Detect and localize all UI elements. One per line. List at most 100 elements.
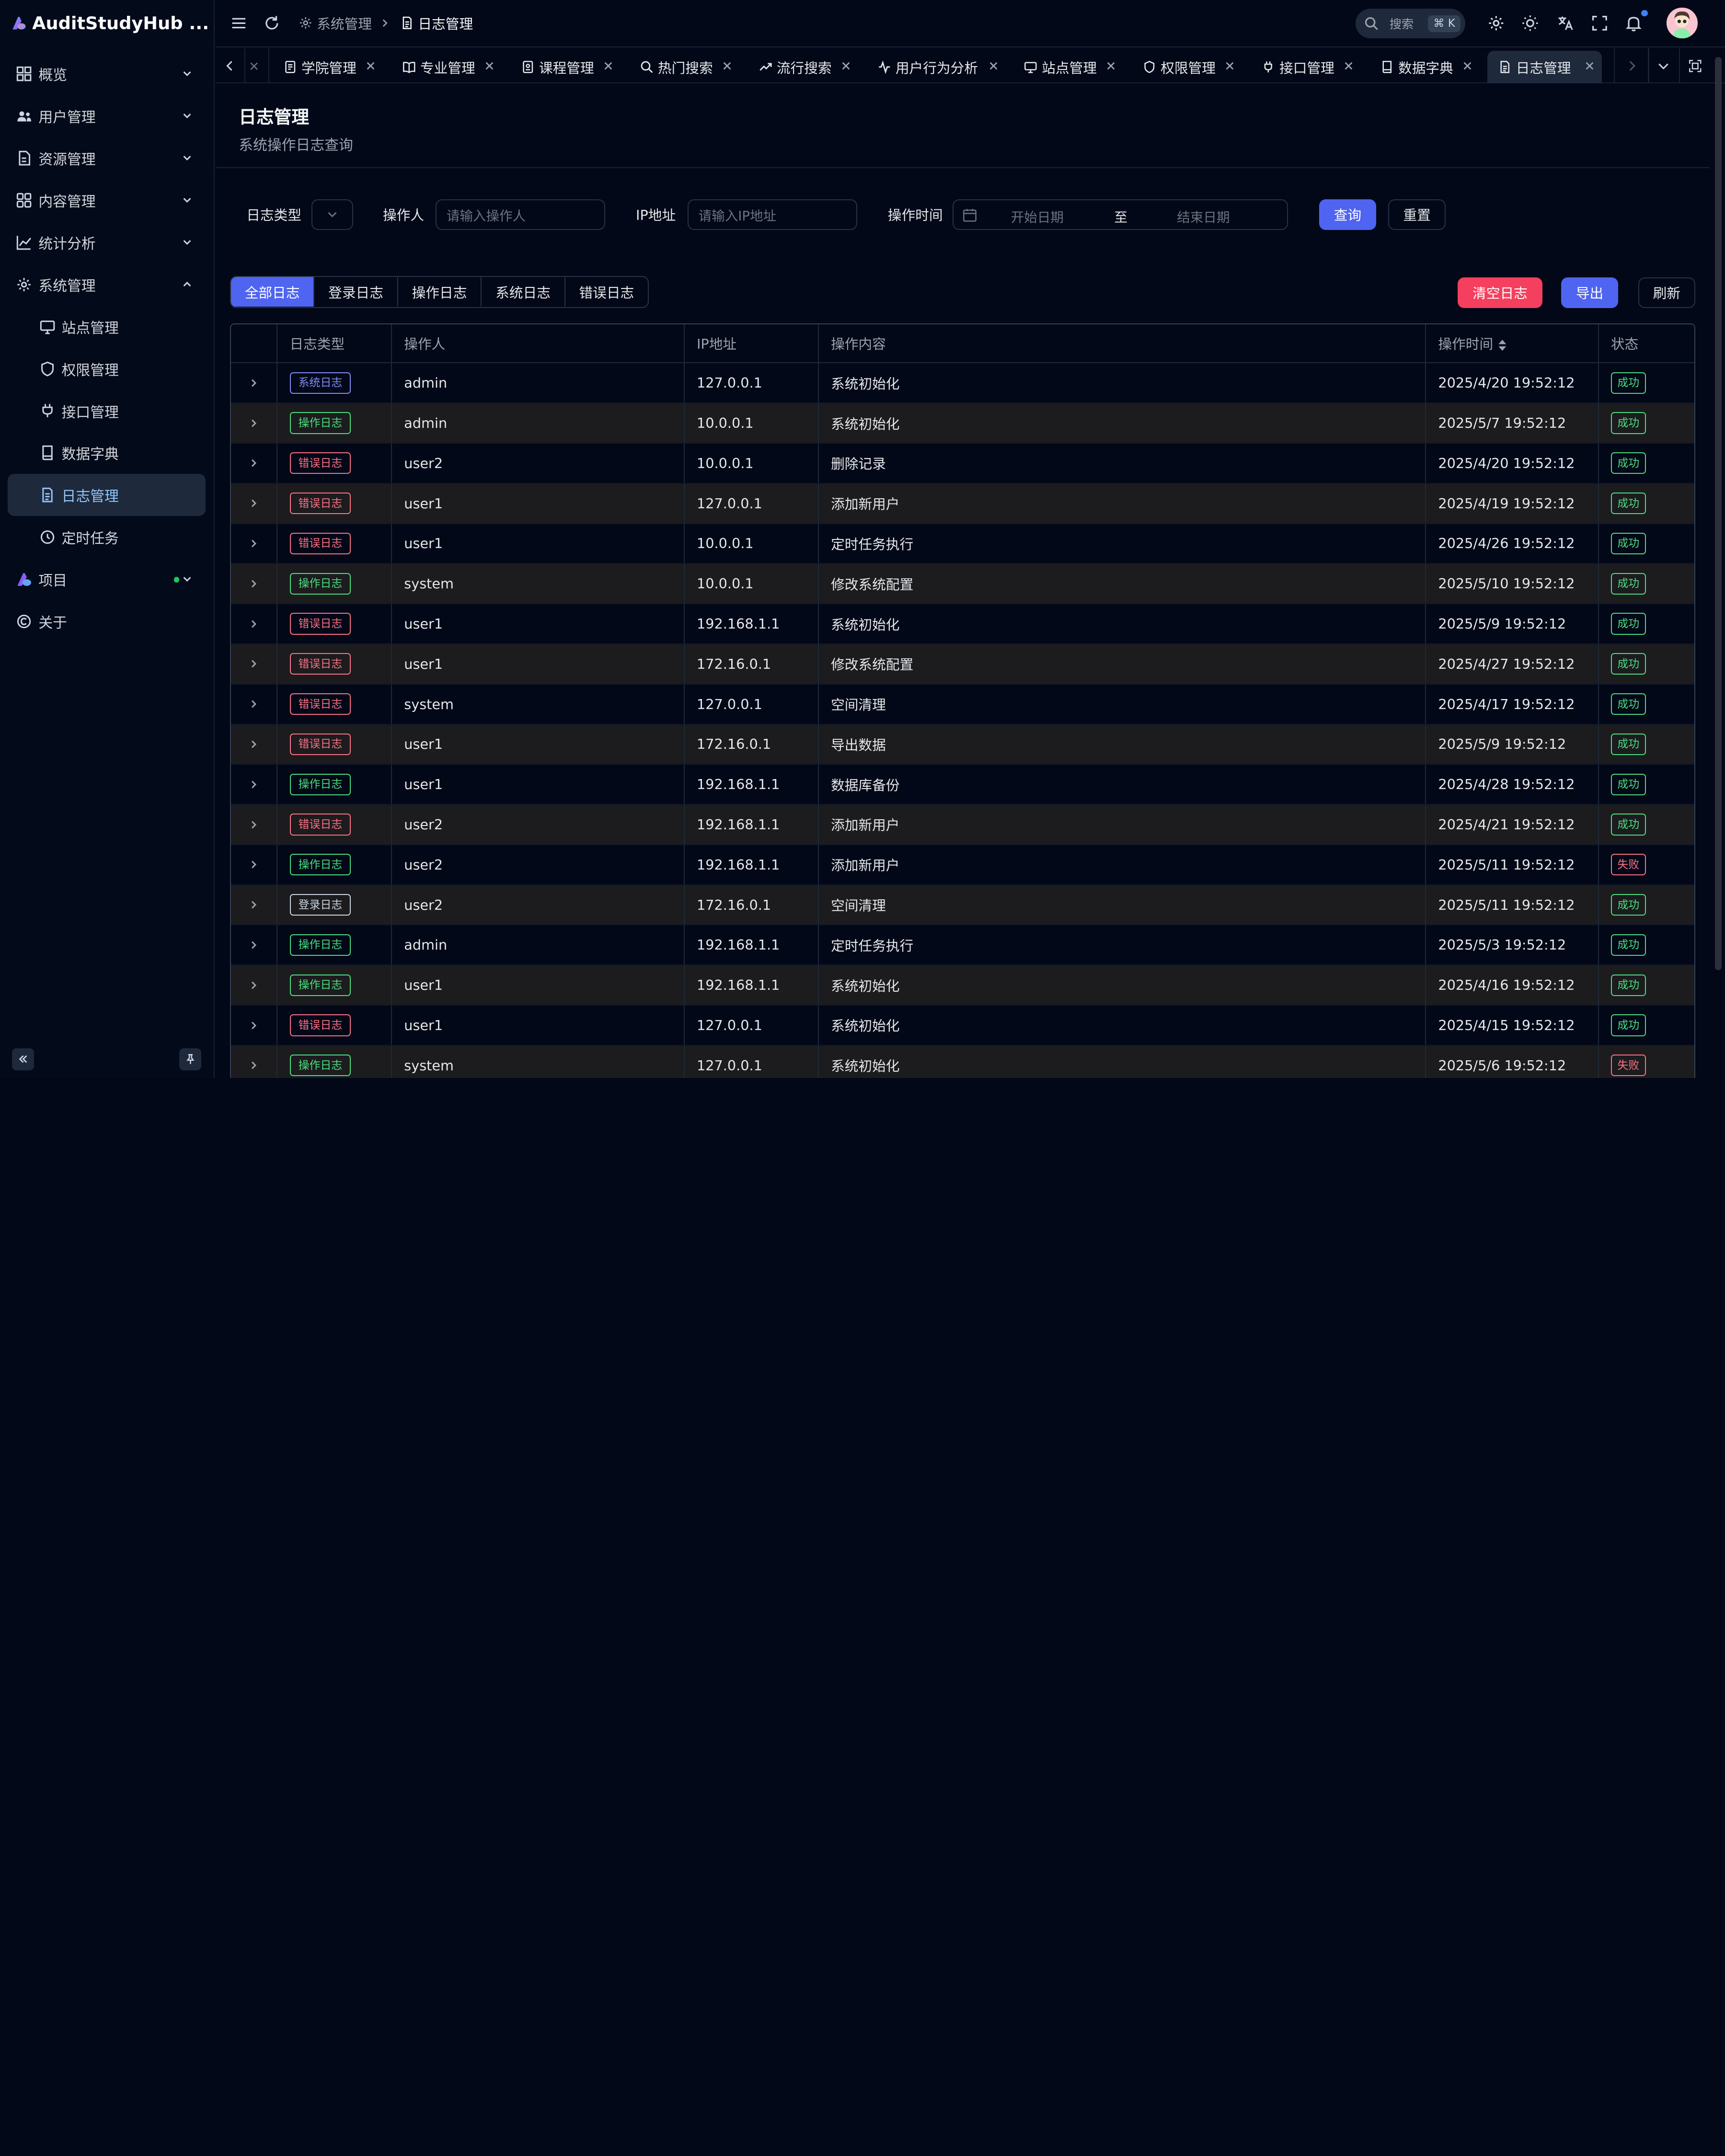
tab-system-logs[interactable]: 系统日志	[482, 277, 565, 307]
expand-row-button[interactable]	[230, 523, 278, 564]
sidebar-item-content[interactable]: 内容管理	[8, 179, 206, 221]
close-icon[interactable]	[1105, 60, 1116, 71]
end-date-placeholder[interactable]: 结束日期	[1177, 206, 1230, 226]
table-row[interactable]: 操作日志 user1 192.168.1.1 数据库备份 2025/4/28 19:52…	[230, 764, 1694, 805]
operator-input[interactable]: 请输入操作人	[436, 199, 605, 230]
sidebar-item-project[interactable]: 项目	[8, 558, 206, 600]
sidebar-item-schedule[interactable]: 定时任务	[8, 516, 206, 558]
table-row[interactable]: 错误日志 user1 127.0.0.1 添加新用户 2025/4/19 19:52:1…	[230, 483, 1694, 524]
close-icon[interactable]	[603, 60, 614, 71]
table-row[interactable]: 操作日志 system 127.0.0.1 系统初始化 2025/5/6 19:52:1…	[230, 1045, 1694, 1078]
sun-icon[interactable]	[1521, 14, 1539, 32]
expand-row-button[interactable]	[230, 684, 278, 725]
tab-scroll-left-icon[interactable]	[226, 60, 234, 71]
table-row[interactable]: 错误日志 user1 172.16.0.1 导出数据 2025/5/9 19:52:12…	[230, 724, 1694, 765]
collapse-sidebar-button[interactable]	[12, 1048, 34, 1070]
expand-row-button[interactable]	[230, 724, 278, 765]
tab-all-logs[interactable]: 全部日志	[230, 277, 315, 307]
table-row[interactable]: 操作日志 admin 192.168.1.1 定时任务执行 2025/5/3 19:52…	[230, 925, 1694, 966]
expand-row-button[interactable]	[230, 643, 278, 685]
expand-row-button[interactable]	[230, 363, 278, 404]
sidebar-item-users[interactable]: 用户管理	[8, 95, 206, 137]
expand-row-button[interactable]	[230, 1045, 278, 1078]
sidebar-item-stats[interactable]: 统计分析	[8, 221, 206, 264]
sidebar-item-overview[interactable]: 概览	[8, 53, 206, 95]
avatar[interactable]	[1667, 8, 1698, 39]
tab-login-logs[interactable]: 登录日志	[314, 277, 398, 307]
scrollbar-thumb[interactable]	[1715, 57, 1722, 970]
ip-input[interactable]: 请输入IP地址	[687, 199, 857, 230]
bell-icon[interactable]	[1625, 14, 1643, 32]
table-row[interactable]: 错误日志 system 127.0.0.1 空间清理 2025/4/17 19:52:1…	[230, 684, 1694, 725]
close-icon[interactable]	[250, 62, 258, 70]
sidebar-item-dictionary[interactable]: 数据字典	[8, 432, 206, 474]
tab-hot-search[interactable]: 热门搜索	[629, 51, 739, 84]
fullscreen-icon[interactable]	[1591, 14, 1609, 32]
table-row[interactable]: 操作日志 admin 10.0.0.1 系统初始化 2025/5/7 19:52:12 成…	[230, 403, 1694, 444]
screenshot-icon[interactable]	[1689, 59, 1702, 73]
tab-api[interactable]: 接口管理	[1251, 51, 1361, 84]
settings-icon[interactable]	[1487, 14, 1505, 32]
table-row[interactable]: 错误日志 user1 127.0.0.1 系统初始化 2025/4/15 19:52:1…	[230, 1005, 1694, 1046]
clear-logs-button[interactable]: 清空日志	[1458, 277, 1542, 308]
expand-row-button[interactable]	[230, 604, 278, 644]
sidebar-item-about[interactable]: 关于	[8, 600, 206, 642]
sidebar-item-log[interactable]: 日志管理	[8, 474, 206, 516]
close-icon[interactable]	[840, 60, 851, 71]
table-row[interactable]: 错误日志 user2 192.168.1.1 添加新用户 2025/4/21 19:52…	[230, 804, 1694, 845]
tab-course[interactable]: 课程管理	[510, 51, 621, 84]
tab-error-logs[interactable]: 错误日志	[565, 277, 648, 307]
table-row[interactable]: 操作日志 system 10.0.0.1 修改系统配置 2025/5/10 19:52:…	[230, 563, 1694, 605]
table-row[interactable]: 错误日志 user1 172.16.0.1 修改系统配置 2025/4/27 19:52…	[230, 643, 1694, 685]
tab-site[interactable]: 站点管理	[1013, 51, 1124, 84]
date-range-picker[interactable]: 开始日期 至 结束日期	[953, 199, 1288, 230]
close-icon[interactable]	[365, 60, 376, 71]
expand-row-button[interactable]	[230, 804, 278, 845]
tab-permission[interactable]: 权限管理	[1132, 51, 1242, 84]
table-row[interactable]: 操作日志 user2 192.168.1.1 添加新用户 2025/5/11 19:52…	[230, 844, 1694, 885]
sort-icon[interactable]	[1497, 339, 1507, 351]
log-type-select[interactable]	[311, 199, 353, 230]
global-search[interactable]: 搜索 ⌘ K	[1355, 9, 1466, 39]
tab-scroll-right-icon[interactable]	[1627, 60, 1636, 71]
table-row[interactable]: 登录日志 user2 172.16.0.1 空间清理 2025/5/11 19:52:1…	[230, 884, 1694, 926]
pin-sidebar-button[interactable]	[179, 1048, 202, 1070]
refresh-button[interactable]: 刷新	[1638, 277, 1695, 308]
close-icon[interactable]	[988, 60, 999, 71]
expand-row-button[interactable]	[230, 965, 278, 1006]
table-row[interactable]: 系统日志 admin 127.0.0.1 系统初始化 2025/4/20 19:52:1…	[230, 363, 1694, 404]
close-icon[interactable]	[722, 60, 733, 71]
close-icon[interactable]	[1224, 60, 1235, 71]
translate-icon[interactable]	[1557, 14, 1575, 32]
expand-row-button[interactable]	[230, 483, 278, 524]
expand-row-button[interactable]	[230, 844, 278, 885]
menu-icon[interactable]	[230, 14, 248, 32]
column-header-sortable[interactable]: 操作时间	[1426, 324, 1599, 364]
export-button[interactable]: 导出	[1561, 277, 1619, 308]
query-button[interactable]: 查询	[1319, 199, 1377, 230]
table-row[interactable]: 错误日志 user2 10.0.0.1 删除记录 2025/4/20 19:52:12 成…	[230, 443, 1694, 484]
table-row[interactable]: 错误日志 user1 192.168.1.1 系统初始化 2025/5/9 19:52:…	[230, 604, 1694, 644]
sidebar-item-system[interactable]: 系统管理	[8, 264, 206, 306]
sidebar-item-site[interactable]: 站点管理	[8, 306, 206, 348]
tab-user-behavior[interactable]: 用户行为分析	[867, 51, 1005, 84]
reset-button[interactable]: 重置	[1388, 199, 1446, 230]
expand-row-button[interactable]	[230, 443, 278, 484]
expand-row-button[interactable]	[230, 1005, 278, 1046]
tab-log[interactable]: 日志管理	[1487, 50, 1602, 84]
breadcrumb-system[interactable]: 系统管理	[299, 13, 372, 33]
expand-row-button[interactable]	[230, 925, 278, 966]
chevron-down-icon[interactable]	[1658, 62, 1669, 70]
close-icon[interactable]	[484, 60, 495, 71]
tab-operation-logs[interactable]: 操作日志	[398, 277, 482, 307]
page-scrollbar[interactable]	[1712, 48, 1725, 1078]
expand-row-button[interactable]	[230, 403, 278, 444]
tab-trending-search[interactable]: 流行搜索	[748, 51, 858, 84]
sidebar-item-api[interactable]: 接口管理	[8, 390, 206, 432]
tab-dictionary[interactable]: 数据字典	[1369, 51, 1480, 84]
sidebar-item-resources[interactable]: 资源管理	[8, 137, 206, 179]
refresh-icon[interactable]	[263, 14, 281, 32]
app-logo[interactable]: AuditStudyHub ...	[11, 7, 209, 40]
close-icon[interactable]	[1343, 60, 1354, 71]
tab-college[interactable]: 学院管理	[273, 51, 383, 84]
